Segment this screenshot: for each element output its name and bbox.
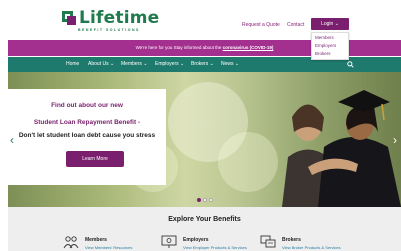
broker-icon: [260, 235, 276, 248]
nav-home[interactable]: Home: [66, 57, 79, 72]
login-label: Login: [321, 21, 334, 27]
login-dropdown: Members Employers Brokers: [311, 32, 349, 60]
benefit-employers-link[interactable]: View Employer Products & Services: [183, 245, 247, 250]
nav-members[interactable]: Members ⌄: [121, 57, 147, 72]
carousel-dots: [197, 198, 213, 202]
carousel-dot[interactable]: [209, 198, 213, 202]
login-button[interactable]: Login ⌄: [311, 18, 349, 30]
benefit-members-link[interactable]: View Members' Resources: [85, 245, 132, 250]
logo-mark-icon: [62, 11, 76, 25]
login-menu-employers[interactable]: Employers: [312, 41, 348, 49]
chevron-down-icon: ⌄: [334, 21, 339, 27]
contact-link[interactable]: Contact: [287, 22, 304, 28]
nav-brokers[interactable]: Brokers ⌄: [191, 57, 214, 72]
announcement-text: We're here for you Stay informed about t…: [135, 45, 222, 50]
explore-benefits-section: Explore Your Benefits Members View Membe…: [8, 207, 401, 251]
logo-tagline: BENEFIT SOLUTIONS: [78, 28, 140, 32]
nav-brokers-label: Brokers: [191, 61, 209, 67]
nav-about-us[interactable]: About Us ⌄: [88, 57, 114, 72]
chevron-right-icon[interactable]: ›: [393, 133, 397, 147]
learn-more-button[interactable]: Learn More: [66, 151, 124, 167]
carousel-dot[interactable]: [203, 198, 207, 202]
chevron-left-icon[interactable]: ‹: [10, 133, 14, 147]
hero-graduate-photo: [282, 90, 401, 207]
covid-link[interactable]: coronavirus (COVID-19): [223, 45, 274, 50]
nav-employers-label: Employers: [155, 61, 179, 67]
hero-headline: Find out about our new: [51, 102, 123, 109]
nav-members-label: Members: [121, 61, 142, 67]
nav-about-us-label: About Us: [88, 61, 109, 67]
logo-name: Lifetime: [79, 8, 160, 28]
hero-subheadline: Student Loan Repayment Benefit -: [33, 119, 141, 126]
nav-news[interactable]: News ⌄: [221, 57, 239, 72]
hero-text-panel: Find out about our new Student Loan Repa…: [8, 89, 166, 185]
logo[interactable]: Lifetime: [62, 8, 160, 28]
search-icon[interactable]: [347, 61, 354, 68]
people-icon: [63, 236, 79, 249]
hero-tagline: Don't let student loan debt cause you st…: [18, 132, 156, 139]
login-menu-brokers[interactable]: Brokers: [312, 49, 348, 57]
explore-title: Explore Your Benefits: [168, 216, 241, 223]
login-menu-members[interactable]: Members: [312, 33, 348, 41]
benefit-brokers-title: Brokers: [282, 237, 301, 243]
request-quote-link[interactable]: Request a Quote: [242, 22, 280, 28]
benefit-members-title: Members: [85, 237, 107, 243]
carousel-dot[interactable]: [197, 198, 201, 202]
hero-carousel: Find out about our new Student Loan Repa…: [8, 72, 401, 207]
nav-employers[interactable]: Employers ⌄: [155, 57, 184, 72]
benefit-employers-title: Employers: [183, 237, 209, 243]
nav-news-label: News: [221, 61, 234, 67]
benefit-brokers-link[interactable]: View Broker Products & Services: [282, 245, 341, 250]
presentation-icon: [161, 235, 177, 248]
